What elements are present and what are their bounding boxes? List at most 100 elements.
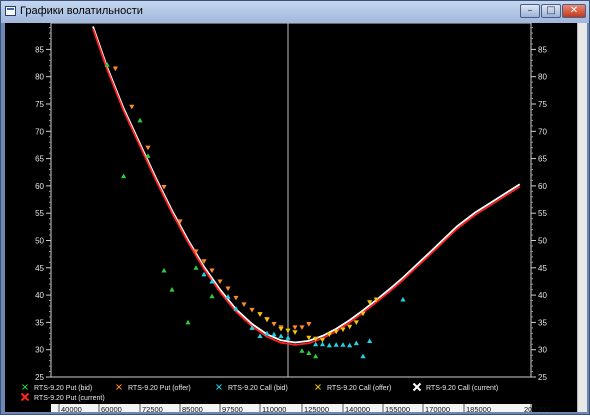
legend-label: RTS-9.20 Put (current) <box>34 395 105 402</box>
point-put_offer <box>299 325 305 330</box>
point-call_bid <box>353 340 359 346</box>
point-call_bid <box>367 338 373 343</box>
vertical-scrollbar[interactable] <box>577 23 587 412</box>
point-put_bid <box>209 293 215 299</box>
point-call_offer <box>264 317 270 323</box>
curve-current_put <box>92 28 521 346</box>
y-tick-label: 80 <box>35 73 44 82</box>
point-call_bid <box>285 335 291 340</box>
y-tick-label: 75 <box>35 100 44 109</box>
point-call_offer <box>353 320 359 325</box>
y-tick-label: 55 <box>35 209 44 218</box>
point-call_offer <box>340 327 346 333</box>
point-put_bid <box>185 319 191 325</box>
point-put_offer <box>112 66 118 72</box>
point-put_offer <box>249 307 255 313</box>
point-call_bid <box>400 296 406 302</box>
y-tick-label: 85 <box>35 45 44 54</box>
point-put_offer <box>271 322 277 327</box>
point-call_bid <box>278 333 284 339</box>
y-tick-label: 65 <box>538 155 547 164</box>
legend-label: RTS-9.20 Put (bid) <box>34 385 92 392</box>
y-tick-label: 45 <box>538 264 547 273</box>
y-tick-label: 25 <box>35 373 44 382</box>
y-tick-label: 85 <box>538 45 547 54</box>
maximize-button[interactable]: □ <box>541 4 561 18</box>
y-tick-label: 30 <box>538 346 547 355</box>
x-tick-label: 155000 <box>385 405 410 412</box>
x-tick-label: 110000 <box>262 405 286 412</box>
point-put_offer <box>233 295 239 301</box>
minimize-button[interactable]: – <box>520 4 540 18</box>
point-call_offer <box>278 326 284 332</box>
x-tick-label: 40000 <box>61 405 82 412</box>
y-tick-label: 70 <box>35 127 44 136</box>
legend-label: RTS-9.20 Put (offer) <box>128 385 191 392</box>
point-put_offer <box>129 104 135 110</box>
y-tick-label: 30 <box>35 346 44 355</box>
client-area: 25 25 30 30 35 35 40 40 45 45 50 50 55 55 60 60 65 65 70 70… <box>5 22 587 414</box>
legend-label: RTS-9.20 Call (bid) <box>228 385 288 392</box>
volatility-chart[interactable]: 25 25 30 30 35 35 40 40 45 45 50 50 55 55 60 60 65 65 70 70… <box>5 22 577 414</box>
point-put_offer <box>209 268 215 274</box>
point-call_offer <box>285 328 291 334</box>
y-tick-label: 35 <box>538 318 547 327</box>
x-tick-label: 140000 <box>345 405 370 412</box>
point-put_bid <box>193 265 199 270</box>
y-tick-label: 40 <box>538 291 547 300</box>
y-tick-label: 50 <box>538 237 547 246</box>
y-tick-label: 60 <box>538 182 547 191</box>
point-call_offer <box>319 337 326 343</box>
y-tick-label: 55 <box>538 209 547 218</box>
point-call_bid <box>333 342 339 347</box>
plot-frame <box>50 22 532 378</box>
window-title: Графики волатильности <box>20 5 143 17</box>
y-tick-label: 80 <box>538 73 547 82</box>
x-tick-label: 60000 <box>101 405 122 412</box>
x-tick-label: 72500 <box>142 405 163 412</box>
point-put_bid <box>137 117 143 123</box>
y-tick-label: 60 <box>35 182 44 191</box>
point-put_bid <box>161 267 167 273</box>
point-call_offer <box>257 312 263 317</box>
y-tick-label: 40 <box>35 291 44 300</box>
y-tick-label: 75 <box>538 100 547 109</box>
point-put_offer <box>225 286 231 292</box>
point-put_bid <box>299 348 305 353</box>
volatility-window: Графики волатильности – □ ✕ 25 25 30 30 35 35… <box>0 0 590 415</box>
point-call_offer <box>292 330 298 335</box>
legend-label: RTS-9.20 Call (offer) <box>327 385 391 392</box>
y-tick-label: 25 <box>538 373 547 382</box>
x-axis-strip <box>51 404 532 412</box>
point-put_offer <box>217 279 223 285</box>
point-call_offer <box>347 324 353 330</box>
point-put_bid <box>169 287 175 292</box>
x-tick-label: 200000 <box>524 405 549 412</box>
point-put_offer <box>292 325 298 330</box>
x-tick-label: 125000 <box>304 405 329 412</box>
point-call_bid <box>360 353 366 359</box>
y-tick-label: 45 <box>35 264 44 273</box>
chart-svg: 25 25 30 30 35 35 40 40 45 45 50 50 55 55 60 60 65 65 70 70… <box>20 22 549 414</box>
y-tick-label: 35 <box>35 318 44 327</box>
point-put_bid <box>313 353 319 359</box>
point-call_bid <box>340 342 346 347</box>
x-tick-label: 170000 <box>425 405 450 412</box>
legend-label: RTS-9.20 Call (current) <box>426 385 498 392</box>
point-put_bid <box>306 350 312 355</box>
window-icon <box>5 6 16 16</box>
point-put_offer <box>241 302 247 307</box>
point-call_bid <box>271 331 277 337</box>
point-call_bid <box>326 342 332 348</box>
point-put_bid <box>121 173 127 179</box>
close-button[interactable]: ✕ <box>562 4 586 18</box>
point-put_offer <box>145 145 151 151</box>
title-bar[interactable]: Графики волатильности – □ ✕ <box>1 1 589 23</box>
point-put_offer <box>306 322 312 327</box>
x-tick-label: 185000 <box>466 405 491 412</box>
y-tick-label: 70 <box>538 127 547 136</box>
x-tick-label: 85000 <box>182 405 203 412</box>
y-tick-label: 50 <box>35 237 44 246</box>
x-tick-label: 97500 <box>222 405 243 412</box>
y-tick-label: 65 <box>35 155 44 164</box>
